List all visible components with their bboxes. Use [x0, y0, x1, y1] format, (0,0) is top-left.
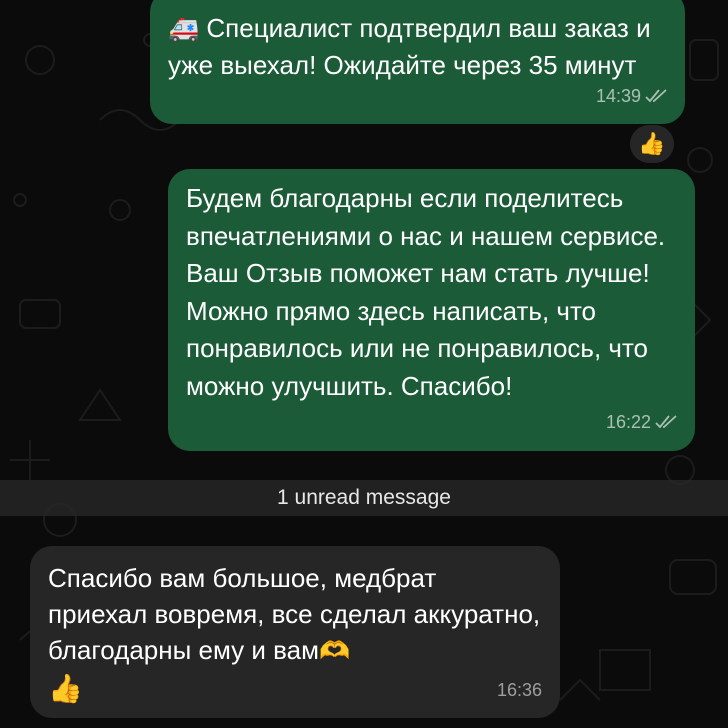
outgoing-message[interactable]: 🚑 Специалист подтвердил ваш заказ и уже … [150, 0, 685, 124]
unread-messages-divider: 1 unread message [0, 480, 728, 516]
message-text: Будем благодарны если поделитесь впечатл… [186, 183, 666, 401]
incoming-message[interactable]: Спасибо вам большое, медбрат приехал вов… [30, 546, 560, 718]
message-text: Спасибо вам большое, медбрат приехал вов… [48, 563, 541, 665]
message-time: 14:39 [595, 86, 641, 106]
read-ticks-icon [645, 89, 667, 103]
unread-label: 1 unread message [277, 486, 451, 509]
heart-hands-icon: 🫶 [318, 637, 351, 665]
outgoing-message[interactable]: Будем благодарны если поделитесь впечатл… [168, 169, 695, 451]
thumbs-up-icon: 👍 [48, 673, 83, 704]
read-ticks-icon [655, 415, 677, 429]
ambulance-emoji-icon: 🚑 [168, 15, 200, 43]
message-time: 16:36 [496, 680, 542, 700]
thumbs-up-icon: 👍 [638, 131, 666, 156]
message-time: 16:22 [605, 411, 651, 432]
message-text: Специалист подтвердил ваш заказ и уже вы… [168, 13, 651, 80]
reaction-thumbs-up[interactable]: 👍 [630, 125, 674, 163]
